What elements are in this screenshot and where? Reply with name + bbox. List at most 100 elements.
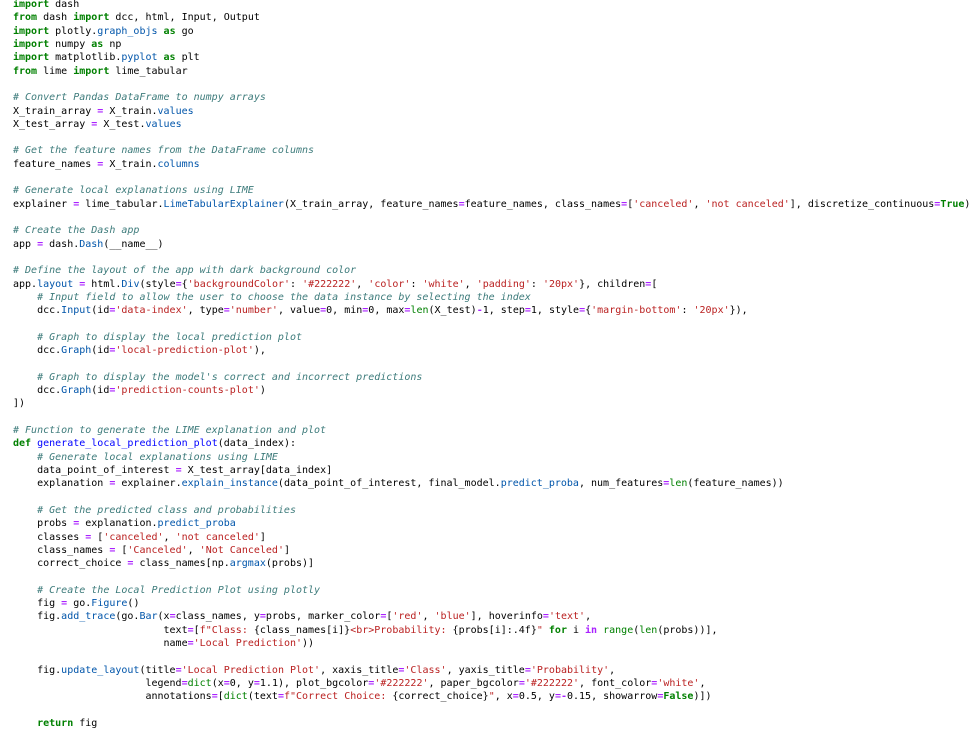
code-token: , [585,611,592,623]
code-token: , paper_bgcolor [428,677,519,689]
code-token: ], discretize_continuous [789,198,935,210]
code-token: : [290,278,303,290]
code-line: correct_choice = class_names[np.argmax(p… [13,557,970,570]
code-token: X_train. [103,105,158,117]
code-token: (X_train_array, feature_names [283,198,459,210]
code-token: (probs)] [265,558,315,570]
code-line: # Convert Pandas DataFrame to numpy arra… [13,91,970,104]
code-token: dash. [43,238,80,250]
code-token: # Function to generate the LIME explanat… [13,425,327,436]
code-token: 1, step [482,305,525,317]
code-token: return [37,717,74,729]
code-token: dcc, html, Input, Output [109,12,260,24]
code-token: # Get the feature names from the DataFra… [13,145,315,157]
code-line: # Get the feature names from the DataFra… [13,144,970,157]
code-token: [ [115,544,128,556]
code-token: 'Not Canceled' [199,544,284,556]
code-token: import [13,25,50,37]
code-token: , [693,198,706,210]
code-line: dcc.Graph(id='local-prediction-plot'), [13,344,970,357]
code-line: app.layout = html.Div(style={'background… [13,278,970,291]
code-token: 0.15, showarrow [567,691,658,703]
code-line: probs = explanation.predict_proba [13,517,970,530]
code-token: predict_proba [500,478,579,490]
code-token: )]) [693,691,712,703]
code-token: import [73,12,110,24]
code-token: def [13,438,32,450]
code-token: X_test_array[data_index] [181,464,333,476]
code-token: # Define the layout of the app with dark… [13,265,357,277]
code-token: dash [37,12,74,24]
code-token: class_names [13,544,110,556]
code-token: explanation [13,478,110,490]
code-token: (id [91,345,110,357]
code-token: annotations [13,691,212,703]
code-token: X_test. [97,118,146,130]
code-token: fig. [13,611,62,623]
code-token: ) [964,198,971,210]
code-token: probs [13,518,74,530]
code-token: go [175,25,194,37]
code-token: generate_local_prediction_plot [37,438,218,450]
code-token: , [163,531,176,543]
code-token: 1, style [530,305,580,317]
code-token: explanation. [79,518,158,530]
code-token: () [127,598,140,610]
code-token: # Generate local explanations using LIME [13,185,254,197]
code-token: as [163,52,176,64]
code-token: # Get the predicted class and probabilit… [37,504,296,516]
code-token: 'margin-bottom' [591,305,682,317]
code-token: Input [61,305,92,317]
code-token: argmax [229,558,266,570]
code-token: '#222222' [302,278,357,290]
code-token: Bar [139,611,158,623]
code-editor[interactable]: import dash from dash import dcc, html, I… [13,0,970,730]
code-token: X_train_array [13,105,98,117]
code-token: 'not canceled' [705,198,790,210]
code-token: 1.1), plot_bgcolor [259,677,369,689]
code-token: app. [13,278,38,290]
code-token: from [13,12,38,24]
code-token: dict [187,677,212,689]
code-token: dict [223,691,248,703]
code-token: (x [157,611,170,623]
code-token: 'Probability' [530,664,610,676]
code-token: 0, max [368,305,405,317]
code-token: : [681,305,694,317]
code-line: X_train_array = X_train.values [13,105,970,118]
code-line: X_test_array = X_test.values [13,118,970,131]
code-token: explainer [13,198,74,210]
code-token: ) [259,385,266,397]
code-token: as [163,25,176,37]
code-line: name='Local Prediction')) [13,637,970,650]
code-token: , num_features [578,478,664,490]
code-token: html. [85,278,122,290]
code-token: '20px' [542,278,580,290]
code-token: (title [139,664,176,676]
code-line: fig = go.Figure() [13,597,970,610]
code-token: X_test_array [13,118,92,130]
code-token: numpy [49,38,92,50]
code-line: def generate_local_prediction_plot(data_… [13,437,970,450]
code-line: # Define the layout of the app with dark… [13,264,970,277]
code-token: len [669,478,688,490]
code-token: dash [49,0,80,10]
code-line: # Input field to allow the user to choos… [13,291,970,304]
code-token: len [410,305,429,317]
code-line: # Graph to display the local prediction … [13,331,970,344]
code-token: feature_names, class_names [464,198,622,210]
code-token: Graph [61,385,92,397]
code-token: (probs))], [657,624,718,636]
code-line: from lime import lime_tabular [13,65,970,78]
code-token: text [13,624,188,636]
code-token: fig. [13,664,62,676]
code-token: : [410,278,423,290]
code-token: }), [729,305,748,317]
code-token: Div [121,278,140,290]
code-token: layout [37,278,74,290]
